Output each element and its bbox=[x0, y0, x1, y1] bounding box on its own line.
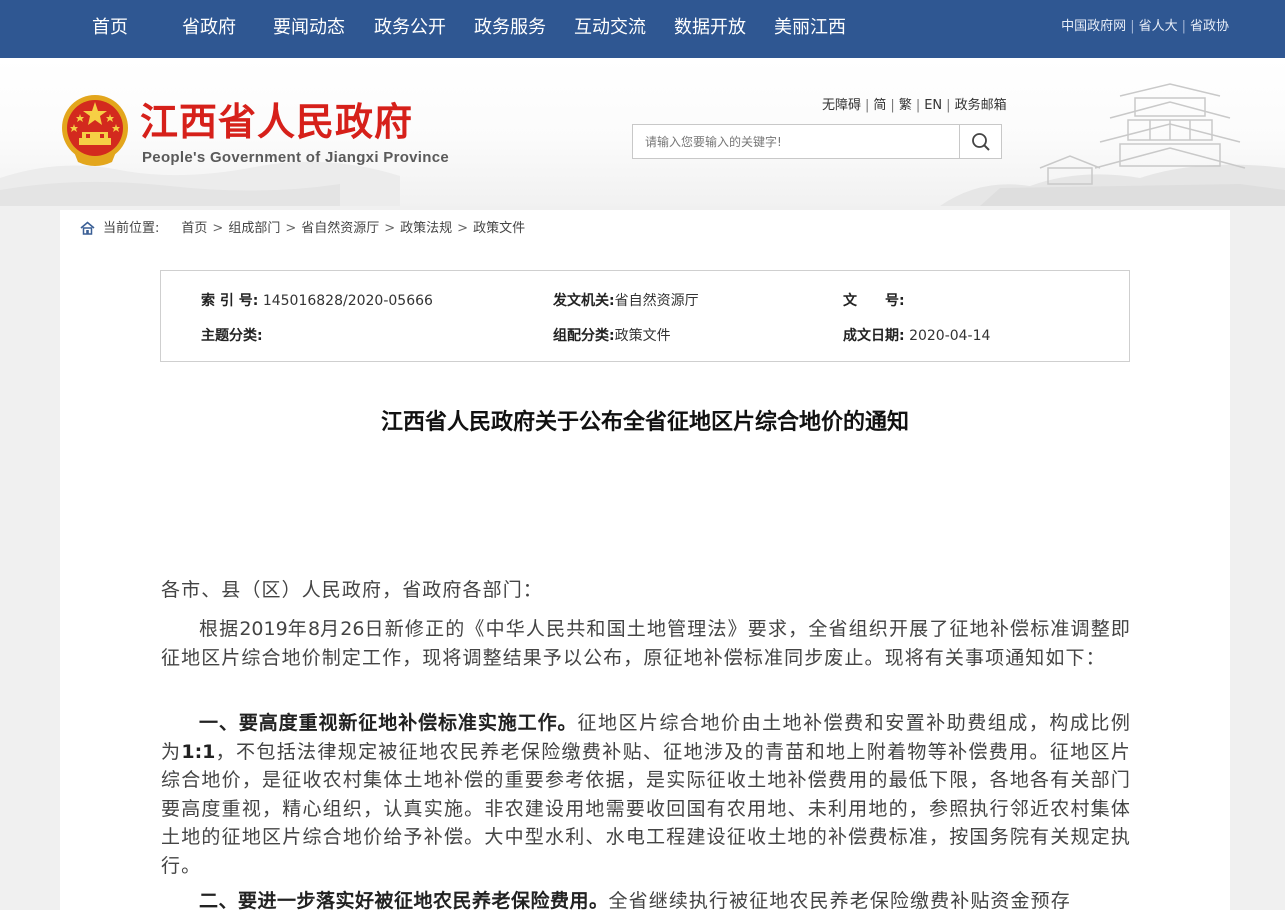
document-salutation: 各市、县（区）人民政府，省政府各部门： bbox=[161, 579, 543, 601]
meta-label: 成文日期: bbox=[843, 328, 905, 344]
content-card: 当前位置: 首页 > 组成部门 > 省自然资源厅 > 政策法规 > 政策文件 索 引 号: 145… bbox=[60, 210, 1230, 910]
meta-value: 145016828/2020-05666 bbox=[262, 293, 433, 309]
nav-item-interaction[interactable]: 互动交流 bbox=[574, 0, 646, 58]
meta-label: 文 号: bbox=[843, 293, 905, 309]
text: 2019 bbox=[239, 618, 288, 640]
site-subtitle: People's Government of Jiangxi Province bbox=[142, 149, 450, 166]
meta-value: 2020-04-14 bbox=[909, 328, 991, 344]
nav-item-government-services[interactable]: 政务服务 bbox=[474, 0, 546, 58]
breadcrumb-policies[interactable]: 政策法规 bbox=[400, 221, 452, 236]
breadcrumb-label: 当前位置: bbox=[103, 221, 160, 236]
separator: | bbox=[915, 98, 921, 113]
search-icon bbox=[971, 132, 990, 151]
document-paragraph: 一、要高度重视新征地补偿标准实施工作。征地区片综合地价由土地补偿费和安置补助费组… bbox=[161, 709, 1131, 880]
meta-value: 政策文件 bbox=[614, 328, 671, 344]
text: 年 bbox=[287, 618, 308, 640]
text: 26 bbox=[340, 618, 365, 640]
document-paragraph: 二、要进一步落实好被征地农民养老保险费用。全省继续执行被征地农民养老保险缴费补贴… bbox=[161, 887, 1131, 910]
breadcrumb-policy-documents[interactable]: 政策文件 bbox=[473, 221, 525, 236]
meta-label: 组配分类: bbox=[553, 328, 615, 344]
text: 8 bbox=[307, 618, 321, 640]
document-title: 江西省人民政府关于公布全省征地区片综合地价的通知 bbox=[380, 410, 909, 435]
text: 月 bbox=[320, 618, 341, 640]
national-emblem-icon bbox=[62, 95, 128, 166]
text: 1:1 bbox=[181, 740, 216, 763]
external-links: 中国政府网 | 省人大 | 省政协 bbox=[1061, 0, 1229, 58]
top-nav-bar: 首页 省政府 要闻动态 政务公开 政务服务 互动交流 数据开放 美丽江西 中国政… bbox=[0, 0, 1285, 58]
link-provincial-cppcc[interactable]: 省政协 bbox=[1190, 19, 1229, 34]
separator: | bbox=[1130, 19, 1135, 34]
nav-item-provincial-government[interactable]: 省政府 bbox=[182, 0, 236, 58]
document-paragraph: 根据2019年8月26日新修正的《中华人民共和国土地管理法》要求，全省组织开展了… bbox=[161, 615, 1131, 672]
breadcrumb-departments[interactable]: 组成部门 bbox=[228, 221, 280, 236]
breadcrumb-natural-resources-dept[interactable]: 省自然资源厅 bbox=[301, 221, 379, 236]
link-english[interactable]: EN bbox=[924, 98, 942, 113]
search-box bbox=[632, 124, 1002, 159]
breadcrumb-separator: > bbox=[457, 221, 469, 236]
meta-written-date: 成文日期: 2020-04-14 bbox=[843, 325, 990, 345]
separator: | bbox=[1181, 19, 1186, 34]
link-provincial-congress[interactable]: 省人大 bbox=[1139, 19, 1178, 34]
nav-item-home[interactable]: 首页 bbox=[92, 0, 128, 58]
section-heading: 一、要高度重视新征地补偿标准实施工作。 bbox=[199, 712, 578, 734]
breadcrumb-separator: > bbox=[212, 221, 224, 236]
section-heading: 二、要进一步落实好被征地农民养老保险费用。 bbox=[199, 890, 609, 910]
meta-issuing-authority: 发文机关:省自然资源厅 bbox=[553, 290, 699, 310]
home-icon bbox=[80, 221, 95, 235]
nav-item-beautiful-jiangxi[interactable]: 美丽江西 bbox=[774, 0, 846, 58]
separator: | bbox=[946, 98, 951, 113]
link-accessibility[interactable]: 无障碍 bbox=[822, 98, 861, 113]
meta-document-number: 文 号: bbox=[843, 290, 905, 310]
text: ，不包括法律规定被征地农民养老保险缴费补贴、征地涉及的青苗和地上附着物等补偿费用… bbox=[161, 740, 1131, 877]
search-button[interactable] bbox=[959, 125, 1001, 158]
site-title[interactable]: 江西省人民政府 bbox=[140, 100, 413, 144]
document-metadata-box: 索 引 号: 145016828/2020-05666 发文机关:省自然资源厅 … bbox=[160, 270, 1130, 362]
link-traditional-chinese[interactable]: 繁 bbox=[899, 98, 912, 113]
breadcrumb-home[interactable]: 首页 bbox=[181, 221, 207, 236]
meta-grouping-category: 组配分类:政策文件 bbox=[553, 325, 671, 345]
meta-value: 省自然资源厅 bbox=[614, 293, 699, 309]
separator: | bbox=[865, 98, 870, 113]
text: 全省继续执行被征地农民养老保险缴费补贴资金预存 bbox=[608, 890, 1071, 910]
breadcrumb: 当前位置: 首页 > 组成部门 > 省自然资源厅 > 政策法规 > 政策文件 bbox=[80, 220, 525, 240]
nav-item-news[interactable]: 要闻动态 bbox=[273, 0, 345, 58]
meta-label: 主题分类: bbox=[201, 328, 263, 344]
breadcrumb-separator: > bbox=[285, 221, 297, 236]
separator: | bbox=[890, 98, 895, 113]
link-simplified-chinese[interactable]: 简 bbox=[873, 98, 886, 113]
nav-item-open-data[interactable]: 数据开放 bbox=[674, 0, 746, 58]
meta-index-number: 索 引 号: 145016828/2020-05666 bbox=[201, 290, 433, 310]
link-government-mail[interactable]: 政务邮箱 bbox=[955, 98, 1007, 113]
text: 根据 bbox=[199, 618, 240, 640]
link-china-gov[interactable]: 中国政府网 bbox=[1061, 19, 1126, 34]
search-input[interactable] bbox=[633, 125, 959, 158]
meta-label: 索 引 号: bbox=[201, 293, 259, 309]
breadcrumb-separator: > bbox=[384, 221, 396, 236]
meta-topic-category: 主题分类: bbox=[201, 325, 263, 345]
nav-item-government-affairs-disclosure[interactable]: 政务公开 bbox=[374, 0, 446, 58]
utility-links: 无障碍 | 简 | 繁 | EN | 政务邮箱 bbox=[822, 94, 1007, 113]
site-header: 江西省人民政府 People's Government of Jiangxi P… bbox=[0, 58, 1285, 206]
meta-label: 发文机关: bbox=[553, 293, 615, 309]
